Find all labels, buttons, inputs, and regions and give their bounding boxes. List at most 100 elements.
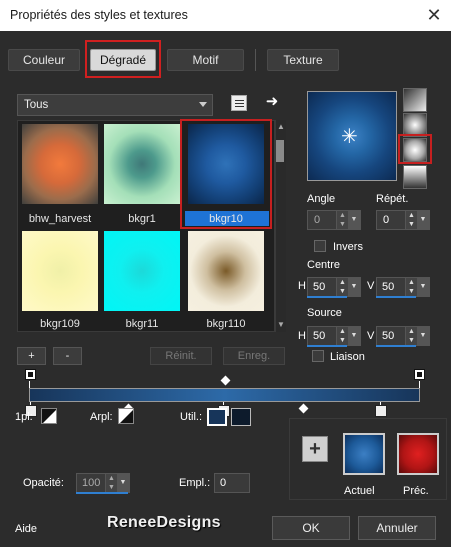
location-value: 0 (220, 477, 227, 489)
selection-highlight (180, 119, 272, 229)
color-stop-icon[interactable] (375, 405, 387, 417)
gradient-preview: ✳ (307, 91, 397, 181)
foreground-stop-icon[interactable] (41, 408, 57, 424)
one-pl-label: 1pl: (15, 411, 33, 423)
stop-color-swatch[interactable] (207, 408, 227, 426)
opacity-stop-left-icon[interactable] (25, 369, 36, 380)
invert-checkbox[interactable] (314, 240, 326, 252)
opacity-stepper[interactable]: 100 ▲ ▼ ▼ (76, 473, 130, 493)
cancel-button[interactable]: Annuler (358, 516, 436, 540)
scroll-down-icon[interactable]: ▼ (277, 320, 285, 329)
center-v-bar (376, 296, 416, 298)
window-title: Propriétés des styles et textures (10, 8, 188, 22)
tab-texture[interactable]: Texture (267, 49, 339, 71)
center-h-value: 50 (313, 281, 326, 293)
color-midpoint-icon[interactable] (298, 403, 309, 414)
sunburst-style-icon[interactable] (403, 165, 427, 189)
add-button[interactable]: + (17, 347, 46, 365)
gallery-item-bhw-harvest[interactable] (22, 124, 98, 213)
center-v-value: 50 (382, 281, 395, 293)
center-v-stepper[interactable]: 50 ▲ ▼ ▼ (376, 277, 430, 297)
tab-motif[interactable]: Motif (167, 49, 244, 71)
gradient-bar[interactable] (29, 388, 420, 402)
angle-stepper[interactable]: 0 ▲ ▼ ▼ (307, 210, 361, 230)
background-stop-icon[interactable] (118, 408, 134, 424)
add-swatch-icon[interactable]: + (302, 436, 328, 462)
chevron-down-icon (199, 102, 207, 107)
gallery-label: bhw_harvest (28, 213, 92, 225)
custom-color-swatch[interactable] (231, 408, 251, 426)
arrow-right-icon[interactable]: ➜ (264, 94, 280, 110)
center-h-stepper[interactable]: 50 ▲ ▼ ▼ (307, 277, 361, 297)
invert-label: Invers (333, 241, 363, 253)
save-button[interactable]: Enreg. (223, 347, 285, 365)
util-label: Util.: (180, 411, 202, 423)
stop-tick (29, 381, 30, 388)
gallery-item-bkgr110[interactable] (188, 231, 264, 320)
previous-swatch[interactable] (397, 433, 439, 475)
remove-button[interactable]: - (53, 347, 82, 365)
chevron-down-icon[interactable]: ▼ (348, 278, 360, 296)
gallery-label: bkgr11 (125, 318, 159, 330)
gallery-item-bkgr1[interactable] (104, 124, 180, 213)
spin-arrows-icon[interactable]: ▲ ▼ (405, 327, 417, 345)
spin-arrows-icon[interactable]: ▲ ▼ (336, 211, 348, 229)
empl-label: Empl.: (179, 477, 211, 489)
repeat-stepper[interactable]: 0 ▲ ▼ ▼ (376, 210, 430, 230)
center-h-label: H (298, 280, 306, 292)
chevron-down-icon[interactable]: ▼ (348, 211, 360, 229)
chevron-down-icon[interactable]: ▼ (117, 474, 129, 492)
gallery-item-bkgr11[interactable] (104, 231, 180, 320)
repeat-label: Répét. (376, 193, 409, 205)
center-h-bar (307, 296, 347, 298)
spin-arrows-icon[interactable]: ▲ ▼ (336, 278, 348, 296)
style-highlight (398, 134, 432, 164)
linear-style-icon[interactable] (403, 88, 427, 112)
source-label: Source (307, 307, 342, 319)
opacity-midpoint-icon[interactable] (220, 375, 231, 386)
center-star-icon: ✳ (341, 126, 358, 148)
chevron-down-icon[interactable]: ▼ (417, 211, 429, 229)
link-checkbox[interactable] (312, 350, 324, 362)
tab-couleur[interactable]: Couleur (8, 49, 80, 71)
opacity-value: 100 (82, 477, 101, 489)
brand-watermark: ReneeDesigns (107, 514, 221, 531)
gallery-label: bkgr1 (128, 213, 156, 225)
gallery-item-bkgr109[interactable] (22, 231, 98, 320)
help-link[interactable]: Aide (15, 523, 37, 535)
scroll-up-icon[interactable]: ▲ (277, 122, 285, 131)
opacity-bar (76, 492, 128, 494)
source-v-label: V (367, 330, 375, 342)
category-dropdown[interactable]: Tous (17, 94, 213, 116)
gallery-label: bkgr110 (206, 318, 246, 330)
spin-arrows-icon[interactable]: ▲ ▼ (105, 474, 117, 492)
library-icon[interactable] (231, 95, 247, 111)
gallery-label: bkgr109 (40, 318, 80, 330)
source-v-stepper[interactable]: 50 ▲ ▼ ▼ (376, 326, 430, 346)
current-swatch[interactable] (343, 433, 385, 475)
location-field[interactable]: 0 (214, 473, 250, 493)
source-v-bar (376, 345, 416, 347)
opacity-label: Opacité: (23, 477, 64, 489)
angle-value: 0 (314, 214, 321, 226)
previous-label: Préc. (403, 485, 429, 497)
chevron-down-icon[interactable]: ▼ (417, 278, 429, 296)
source-h-stepper[interactable]: 50 ▲ ▼ ▼ (307, 326, 361, 346)
scrollbar-thumb[interactable] (276, 140, 284, 162)
chevron-down-icon[interactable]: ▼ (348, 327, 360, 345)
source-h-label: H (298, 330, 306, 342)
ok-button[interactable]: OK (272, 516, 350, 540)
tab-highlight (85, 40, 161, 78)
reset-button[interactable]: Réinit. (150, 347, 212, 365)
source-v-value: 50 (382, 330, 395, 342)
spin-arrows-icon[interactable]: ▲ ▼ (405, 211, 417, 229)
opacity-stop-right-icon[interactable] (414, 369, 425, 380)
center-label: Centre (307, 259, 341, 271)
link-label: Liaison (330, 351, 365, 363)
source-h-bar (307, 345, 347, 347)
chevron-down-icon[interactable]: ▼ (417, 327, 429, 345)
spin-arrows-icon[interactable]: ▲ ▼ (336, 327, 348, 345)
close-icon[interactable]: ✕ (424, 4, 444, 26)
spin-arrows-icon[interactable]: ▲ ▼ (405, 278, 417, 296)
source-h-value: 50 (313, 330, 326, 342)
